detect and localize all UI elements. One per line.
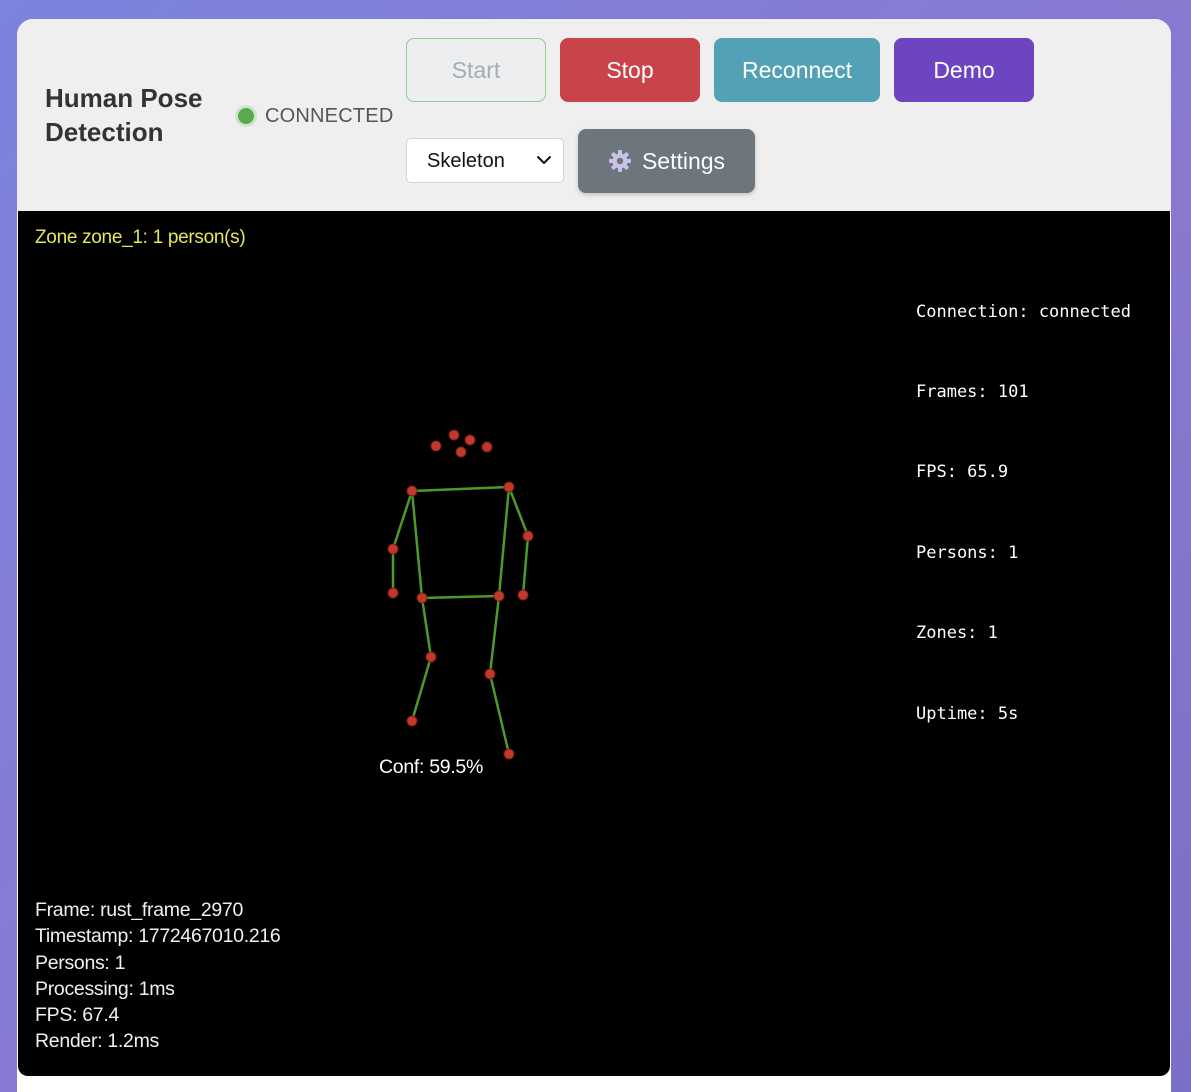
stat-persons: Persons: 1 <box>916 542 1019 563</box>
confidence-label: Conf: 59.5% <box>379 756 484 778</box>
reconnect-button[interactable]: Reconnect <box>714 38 880 102</box>
keypoint-rkn <box>484 668 496 680</box>
frame-info: Frame: rust_frame_2970 Timestamp: 177246… <box>35 897 281 1055</box>
keypoint-head3 <box>464 434 476 446</box>
keypoint-head2 <box>448 429 460 441</box>
settings-button[interactable]: Settings <box>578 129 755 193</box>
frame-timestamp: Timestamp: 1772467010.216 <box>35 925 281 948</box>
skeleton-bone-rkn-ran <box>488 673 511 755</box>
frame-id: Frame: rust_frame_2970 <box>35 899 243 921</box>
status-dot-icon <box>238 108 254 124</box>
start-button[interactable]: Start <box>406 38 546 102</box>
connection-stats: Connection: connected Frames: 101 FPS: 6… <box>916 245 1131 781</box>
skeleton-bone-lkn-lan <box>410 656 433 722</box>
page-title: Human Pose Detection <box>45 83 203 147</box>
mode-select-value: Skeleton <box>427 150 505 172</box>
skeleton-bone-lsh-lel <box>391 490 414 550</box>
mode-select[interactable]: Skeleton <box>406 138 564 183</box>
chevron-down-icon <box>537 156 551 164</box>
app-card: Human Pose Detection CONNECTED Start Sto… <box>17 19 1171 1092</box>
stat-connection: Connection: connected <box>916 301 1131 322</box>
keypoint-lel <box>387 543 399 555</box>
stat-uptime: Uptime: 5s <box>916 703 1019 724</box>
pose-canvas: Zone zone_1: 1 person(s) Connection: con… <box>18 211 1170 1076</box>
keypoint-lkn <box>425 651 437 663</box>
stat-fps: FPS: 65.9 <box>916 462 1009 483</box>
connection-status: CONNECTED <box>235 103 393 129</box>
settings-label: Settings <box>641 147 726 174</box>
gear-icon <box>608 150 631 172</box>
keypoint-ran <box>503 748 515 760</box>
keypoint-rhip <box>493 590 505 602</box>
skeleton-bone-rel-rwr <box>521 535 530 596</box>
frame-persons: Persons: 1 <box>35 951 126 974</box>
status-text: CONNECTED <box>265 104 394 127</box>
demo-button[interactable]: Demo <box>894 38 1034 102</box>
stat-zones: Zones: 1 <box>916 623 998 644</box>
frame-fps: FPS: 67.4 <box>35 1004 120 1027</box>
keypoint-lsh <box>406 485 418 497</box>
keypoint-head1 <box>430 440 442 452</box>
keypoint-lwr <box>387 587 399 599</box>
keypoint-head5 <box>481 441 493 453</box>
header: Human Pose Detection CONNECTED Start Sto… <box>17 19 1171 211</box>
keypoint-lan <box>406 715 418 727</box>
skeleton-bone-lhip-rhip <box>421 594 500 600</box>
keypoint-head4 <box>455 446 467 458</box>
skeleton-bone-rsh-rhip <box>497 486 511 597</box>
skeleton-bone-lsh-lhip <box>410 490 424 599</box>
frame-render: Render: 1.2ms <box>35 1030 159 1053</box>
stat-frames: Frames: 101 <box>916 381 1029 402</box>
frame-processing: Processing: 1ms <box>35 977 175 1000</box>
zone-label: Zone zone_1: 1 person(s) <box>35 227 246 248</box>
keypoint-lhip <box>416 592 428 604</box>
skeleton-bone-lsh-rsh <box>411 485 510 493</box>
skeleton-bone-rsh-rel <box>507 486 530 537</box>
keypoint-rsh <box>503 481 515 493</box>
stop-button[interactable]: Stop <box>560 38 700 102</box>
keypoint-rel <box>522 530 534 542</box>
skeleton-bone-rhip-rkn <box>488 595 501 675</box>
skeleton-bone-lhip-lkn <box>420 597 433 658</box>
keypoint-rwr <box>517 589 529 601</box>
